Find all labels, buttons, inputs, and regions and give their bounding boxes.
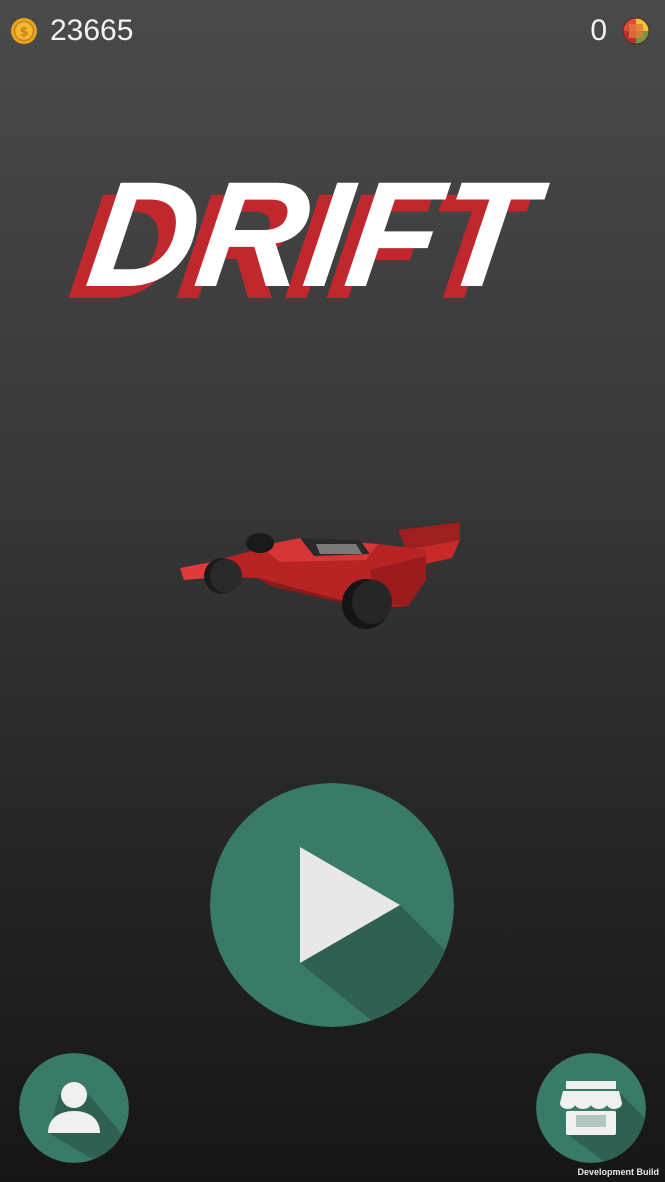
race-car (180, 522, 460, 629)
development-build-label: Development Build (577, 1167, 659, 1177)
gem-counter: 0 (590, 14, 651, 48)
coin-counter: $ 23665 (10, 14, 133, 48)
drift-logo: DRIFT DRIFT (61, 151, 555, 330)
coin-count: 23665 (50, 14, 134, 47)
person-icon (19, 1053, 129, 1163)
play-button[interactable] (210, 783, 454, 1027)
svg-text:$: $ (19, 25, 28, 40)
profile-button[interactable] (19, 1053, 129, 1163)
play-icon (210, 783, 454, 1027)
logo-text: DRIFT (79, 151, 555, 318)
gem-count: 0 (590, 14, 607, 47)
svg-text:DRIFT: DRIFT (79, 151, 555, 318)
coin-icon: $ (11, 18, 37, 44)
shop-button[interactable] (536, 1053, 646, 1163)
storefront-icon (536, 1053, 646, 1163)
gem-ball-icon (622, 17, 650, 45)
